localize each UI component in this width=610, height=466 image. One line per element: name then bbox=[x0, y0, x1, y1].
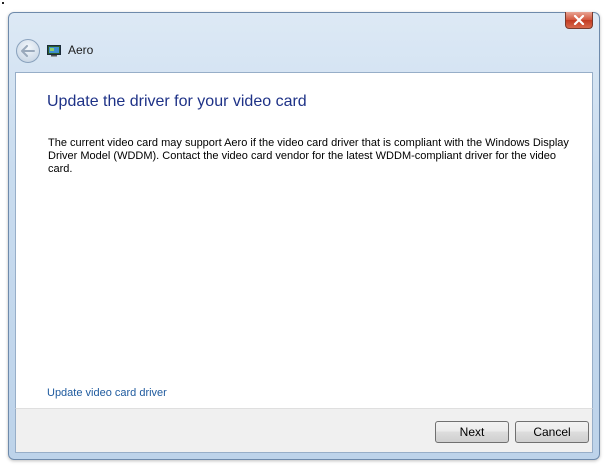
update-driver-link[interactable]: Update video card driver bbox=[47, 387, 167, 399]
display-icon bbox=[47, 45, 61, 57]
window-title: Aero bbox=[68, 43, 94, 57]
dialog-window: Aero Update the driver for your video ca… bbox=[8, 12, 600, 460]
cancel-button[interactable]: Cancel bbox=[515, 421, 589, 443]
title-bar: Aero bbox=[9, 35, 599, 71]
close-button[interactable] bbox=[565, 12, 593, 29]
back-arrow-icon bbox=[21, 45, 35, 57]
corner-marker bbox=[2, 2, 4, 4]
content-panel: Update the driver for your video card Th… bbox=[15, 72, 593, 408]
back-button[interactable] bbox=[16, 39, 40, 63]
next-button[interactable]: Next bbox=[435, 421, 509, 443]
close-icon bbox=[573, 15, 585, 25]
page-title: Update the driver for your video card bbox=[47, 93, 307, 110]
button-bar: Next Cancel bbox=[15, 408, 593, 453]
description-text: The current video card may support Aero … bbox=[48, 137, 569, 175]
